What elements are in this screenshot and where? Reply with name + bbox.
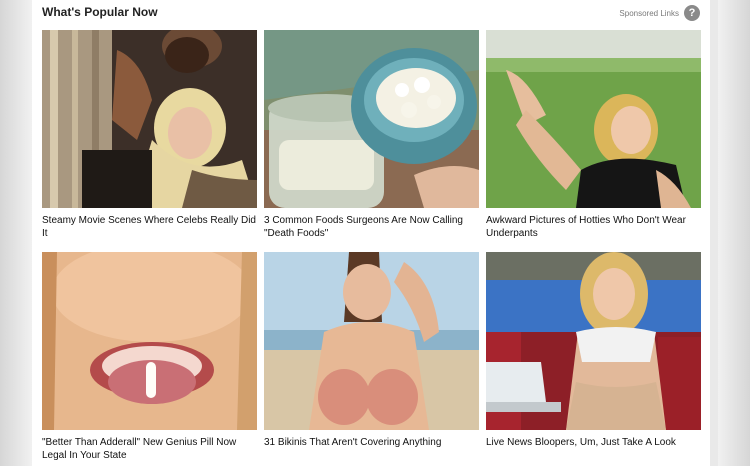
food-jar-bowl-thumbnail[interactable] [264, 30, 479, 208]
pill-on-tongue-thumbnail[interactable] [42, 252, 257, 430]
beach-bikini-thumbnail[interactable] [264, 252, 479, 430]
ad-card-4-caption[interactable]: "Better Than Adderall" New Genius Pill N… [42, 436, 257, 464]
widget-title: What's Popular Now [42, 5, 158, 19]
ad-card-1-caption[interactable]: Steamy Movie Scenes Where Celebs Really … [42, 214, 257, 242]
ad-card-6-caption[interactable]: Live News Bloopers, Um, Just Take A Look [486, 436, 701, 464]
woman-on-grass-thumbnail[interactable] [486, 30, 701, 208]
ad-card-2-caption[interactable]: 3 Common Foods Surgeons Are Now Calling … [264, 214, 479, 242]
news-studio-thumbnail[interactable] [486, 252, 701, 430]
ad-card-5[interactable]: 31 Bikinis That Aren't Covering Anything [264, 252, 479, 466]
widget-header: What's Popular Now Sponsored Links ? [42, 5, 700, 21]
page-background-left [0, 0, 32, 466]
content-grid: Steamy Movie Scenes Where Celebs Really … [42, 30, 701, 466]
sponsored-links-label[interactable]: Sponsored Links [619, 9, 679, 18]
sponsored-links[interactable]: Sponsored Links ? [619, 5, 700, 21]
ad-card-1[interactable]: Steamy Movie Scenes Where Celebs Really … [42, 30, 257, 247]
ad-card-5-caption[interactable]: 31 Bikinis That Aren't Covering Anything [264, 436, 479, 464]
ad-card-3[interactable]: Awkward Pictures of Hotties Who Don't We… [486, 30, 701, 247]
ad-card-6[interactable]: Live News Bloopers, Um, Just Take A Look [486, 252, 701, 466]
page-background-right [718, 0, 750, 466]
sponsored-content-widget: What's Popular Now Sponsored Links ? Ste… [32, 0, 710, 466]
help-icon[interactable]: ? [684, 5, 700, 21]
ad-card-3-caption[interactable]: Awkward Pictures of Hotties Who Don't We… [486, 214, 701, 242]
ad-card-2[interactable]: 3 Common Foods Surgeons Are Now Calling … [264, 30, 479, 247]
ad-card-4[interactable]: "Better Than Adderall" New Genius Pill N… [42, 252, 257, 466]
movie-scene-thumbnail[interactable] [42, 30, 257, 208]
